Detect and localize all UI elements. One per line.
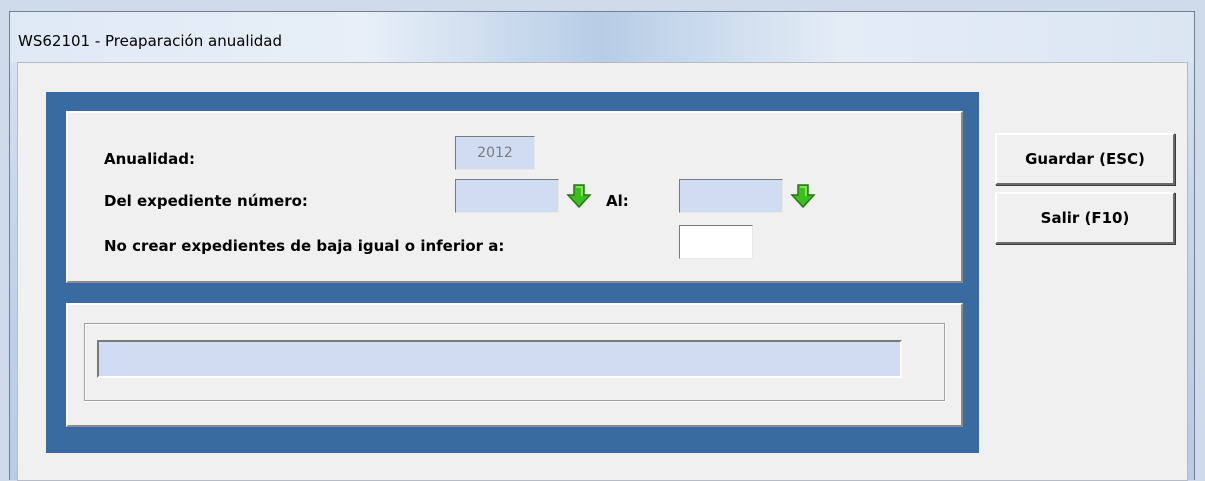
window-content: Anualidad: 2012 Del expediente número: A… xyxy=(17,62,1188,481)
progress-group xyxy=(84,323,945,401)
green-arrow-down-icon[interactable] xyxy=(566,183,592,209)
progress-panel xyxy=(66,303,963,427)
parameters-panel: Anualidad: 2012 Del expediente número: A… xyxy=(66,111,963,283)
anualidad-label: Anualidad: xyxy=(104,150,195,168)
anualidad-field: 2012 xyxy=(455,136,535,170)
guardar-button[interactable]: Guardar (ESC) xyxy=(995,133,1175,185)
form-frame: Anualidad: 2012 Del expediente número: A… xyxy=(46,92,979,453)
al-input[interactable] xyxy=(679,179,783,213)
del-expediente-input[interactable] xyxy=(455,179,559,213)
al-label: Al: xyxy=(606,192,629,210)
no-crear-input[interactable] xyxy=(679,225,753,259)
window-title: WS62101 - Preaparación anualidad xyxy=(18,32,282,50)
del-expediente-label: Del expediente número: xyxy=(104,192,308,210)
salir-button[interactable]: Salir (F10) xyxy=(995,192,1175,244)
no-crear-label: No crear expedientes de baja igual o inf… xyxy=(104,237,505,255)
main-window: WS62101 - Preaparación anualidad Anualid… xyxy=(9,11,1195,481)
progress-bar xyxy=(97,340,902,378)
title-bar: WS62101 - Preaparación anualidad xyxy=(10,12,1194,62)
green-arrow-down-icon[interactable] xyxy=(790,183,816,209)
